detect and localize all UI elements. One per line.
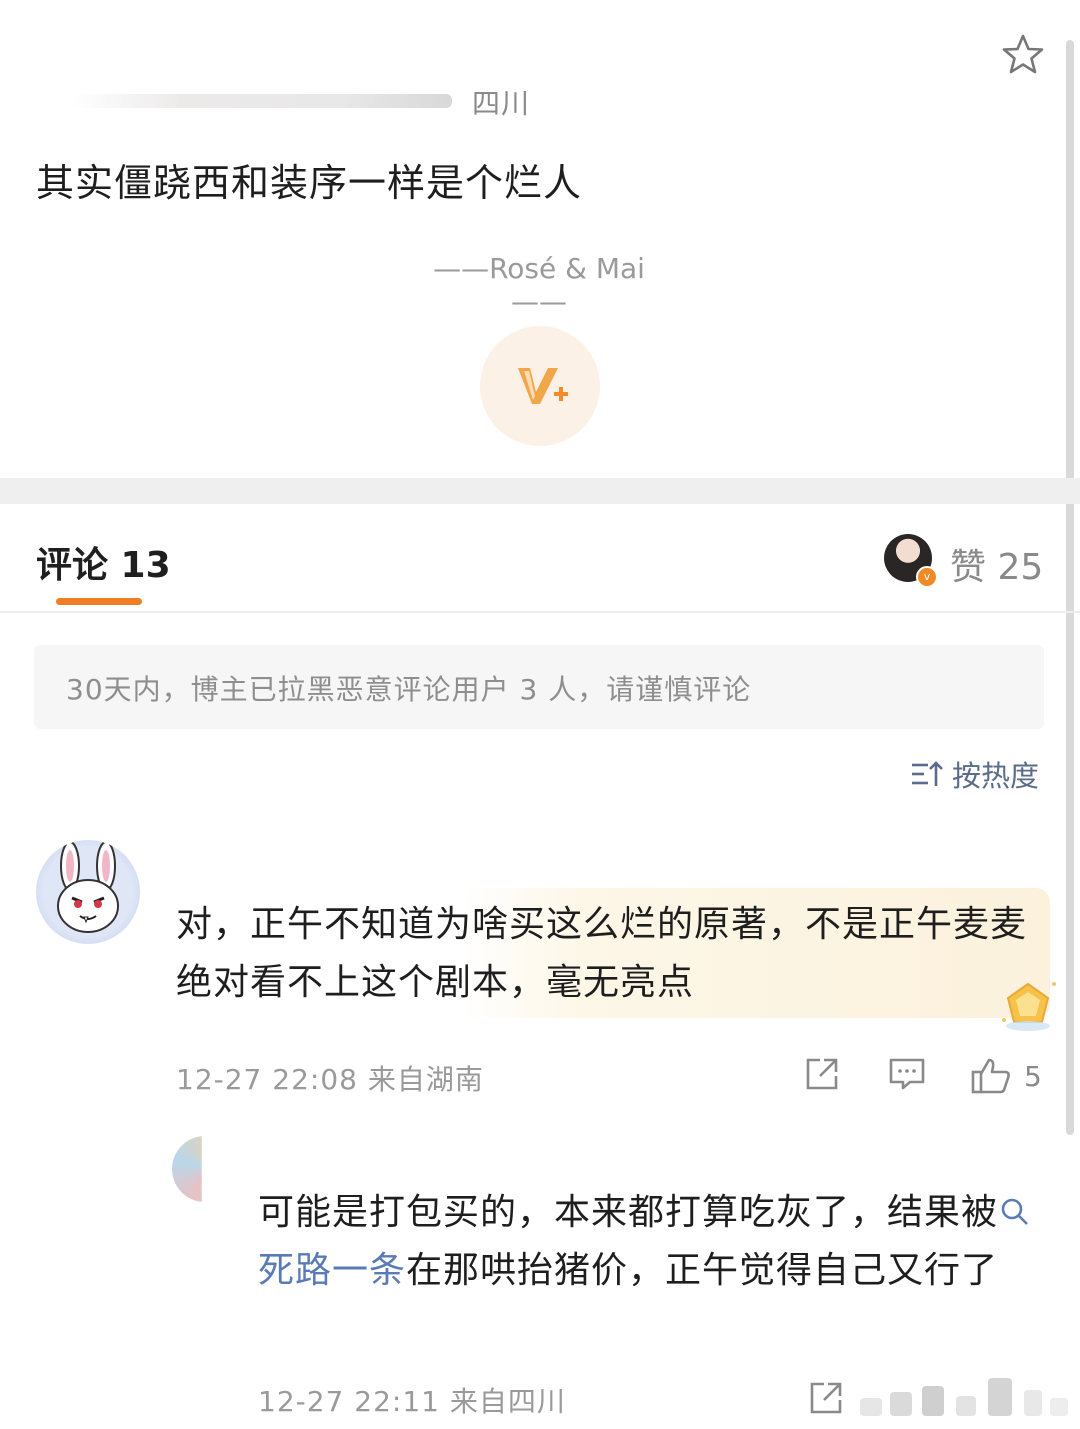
search-icon <box>1001 1198 1028 1225</box>
scrollbar[interactable] <box>1066 40 1074 1135</box>
reply-icon[interactable] <box>888 1056 926 1092</box>
comment-text: 可能是打包买的，本来都打算吃灰了，结果被死路一条在那哄抬猪价，正午觉得自己又行了 <box>258 1184 1038 1300</box>
sort-label: 按热度 <box>952 759 1040 793</box>
like-count: 5 <box>1024 1060 1042 1093</box>
divider <box>0 611 1080 613</box>
post-text: 其实僵跷西和装序一样是个烂人 <box>36 161 583 205</box>
rabbit-avatar-icon <box>57 841 119 933</box>
watermark-logo <box>860 1378 1068 1416</box>
tab-comments[interactable]: 评论 13 <box>36 536 171 588</box>
active-tab-indicator <box>56 598 142 605</box>
vplus-icon <box>518 368 568 404</box>
section-separator <box>0 478 1080 504</box>
blurred-author-info <box>72 94 452 108</box>
post-location: 四川 <box>72 82 530 122</box>
commenter-avatar[interactable] <box>36 840 140 944</box>
comment-text: 对，正午不知道为啥买这么烂的原著，不是正午麦麦绝对看不上这个剧本，毫无亮点 <box>176 904 1028 1003</box>
tab-likes[interactable]: 赞 25 <box>950 538 1043 590</box>
share-icon[interactable] <box>808 1380 844 1416</box>
vplus-badge[interactable] <box>480 326 600 446</box>
post-signature: ——Rosé & Mai—— <box>433 252 645 318</box>
thumbs-up-icon[interactable] <box>970 1056 1012 1096</box>
sort-button[interactable]: 按热度 <box>910 754 1039 794</box>
comment-meta: 12-27 22:08 来自湖南 <box>176 1063 484 1096</box>
share-icon[interactable] <box>804 1056 840 1092</box>
gem-badge-icon <box>1002 982 1056 1031</box>
star-icon[interactable] <box>1000 32 1046 78</box>
sort-icon <box>912 761 943 786</box>
comment-meta: 12-27 22:11 来自四川 <box>258 1385 566 1418</box>
notice-text: 30天内，博主已拉黑恶意评论用户 3 人，请谨慎评论 <box>66 673 752 706</box>
verified-badge-icon: v <box>916 566 938 588</box>
commenter-avatar[interactable] <box>172 1136 202 1202</box>
